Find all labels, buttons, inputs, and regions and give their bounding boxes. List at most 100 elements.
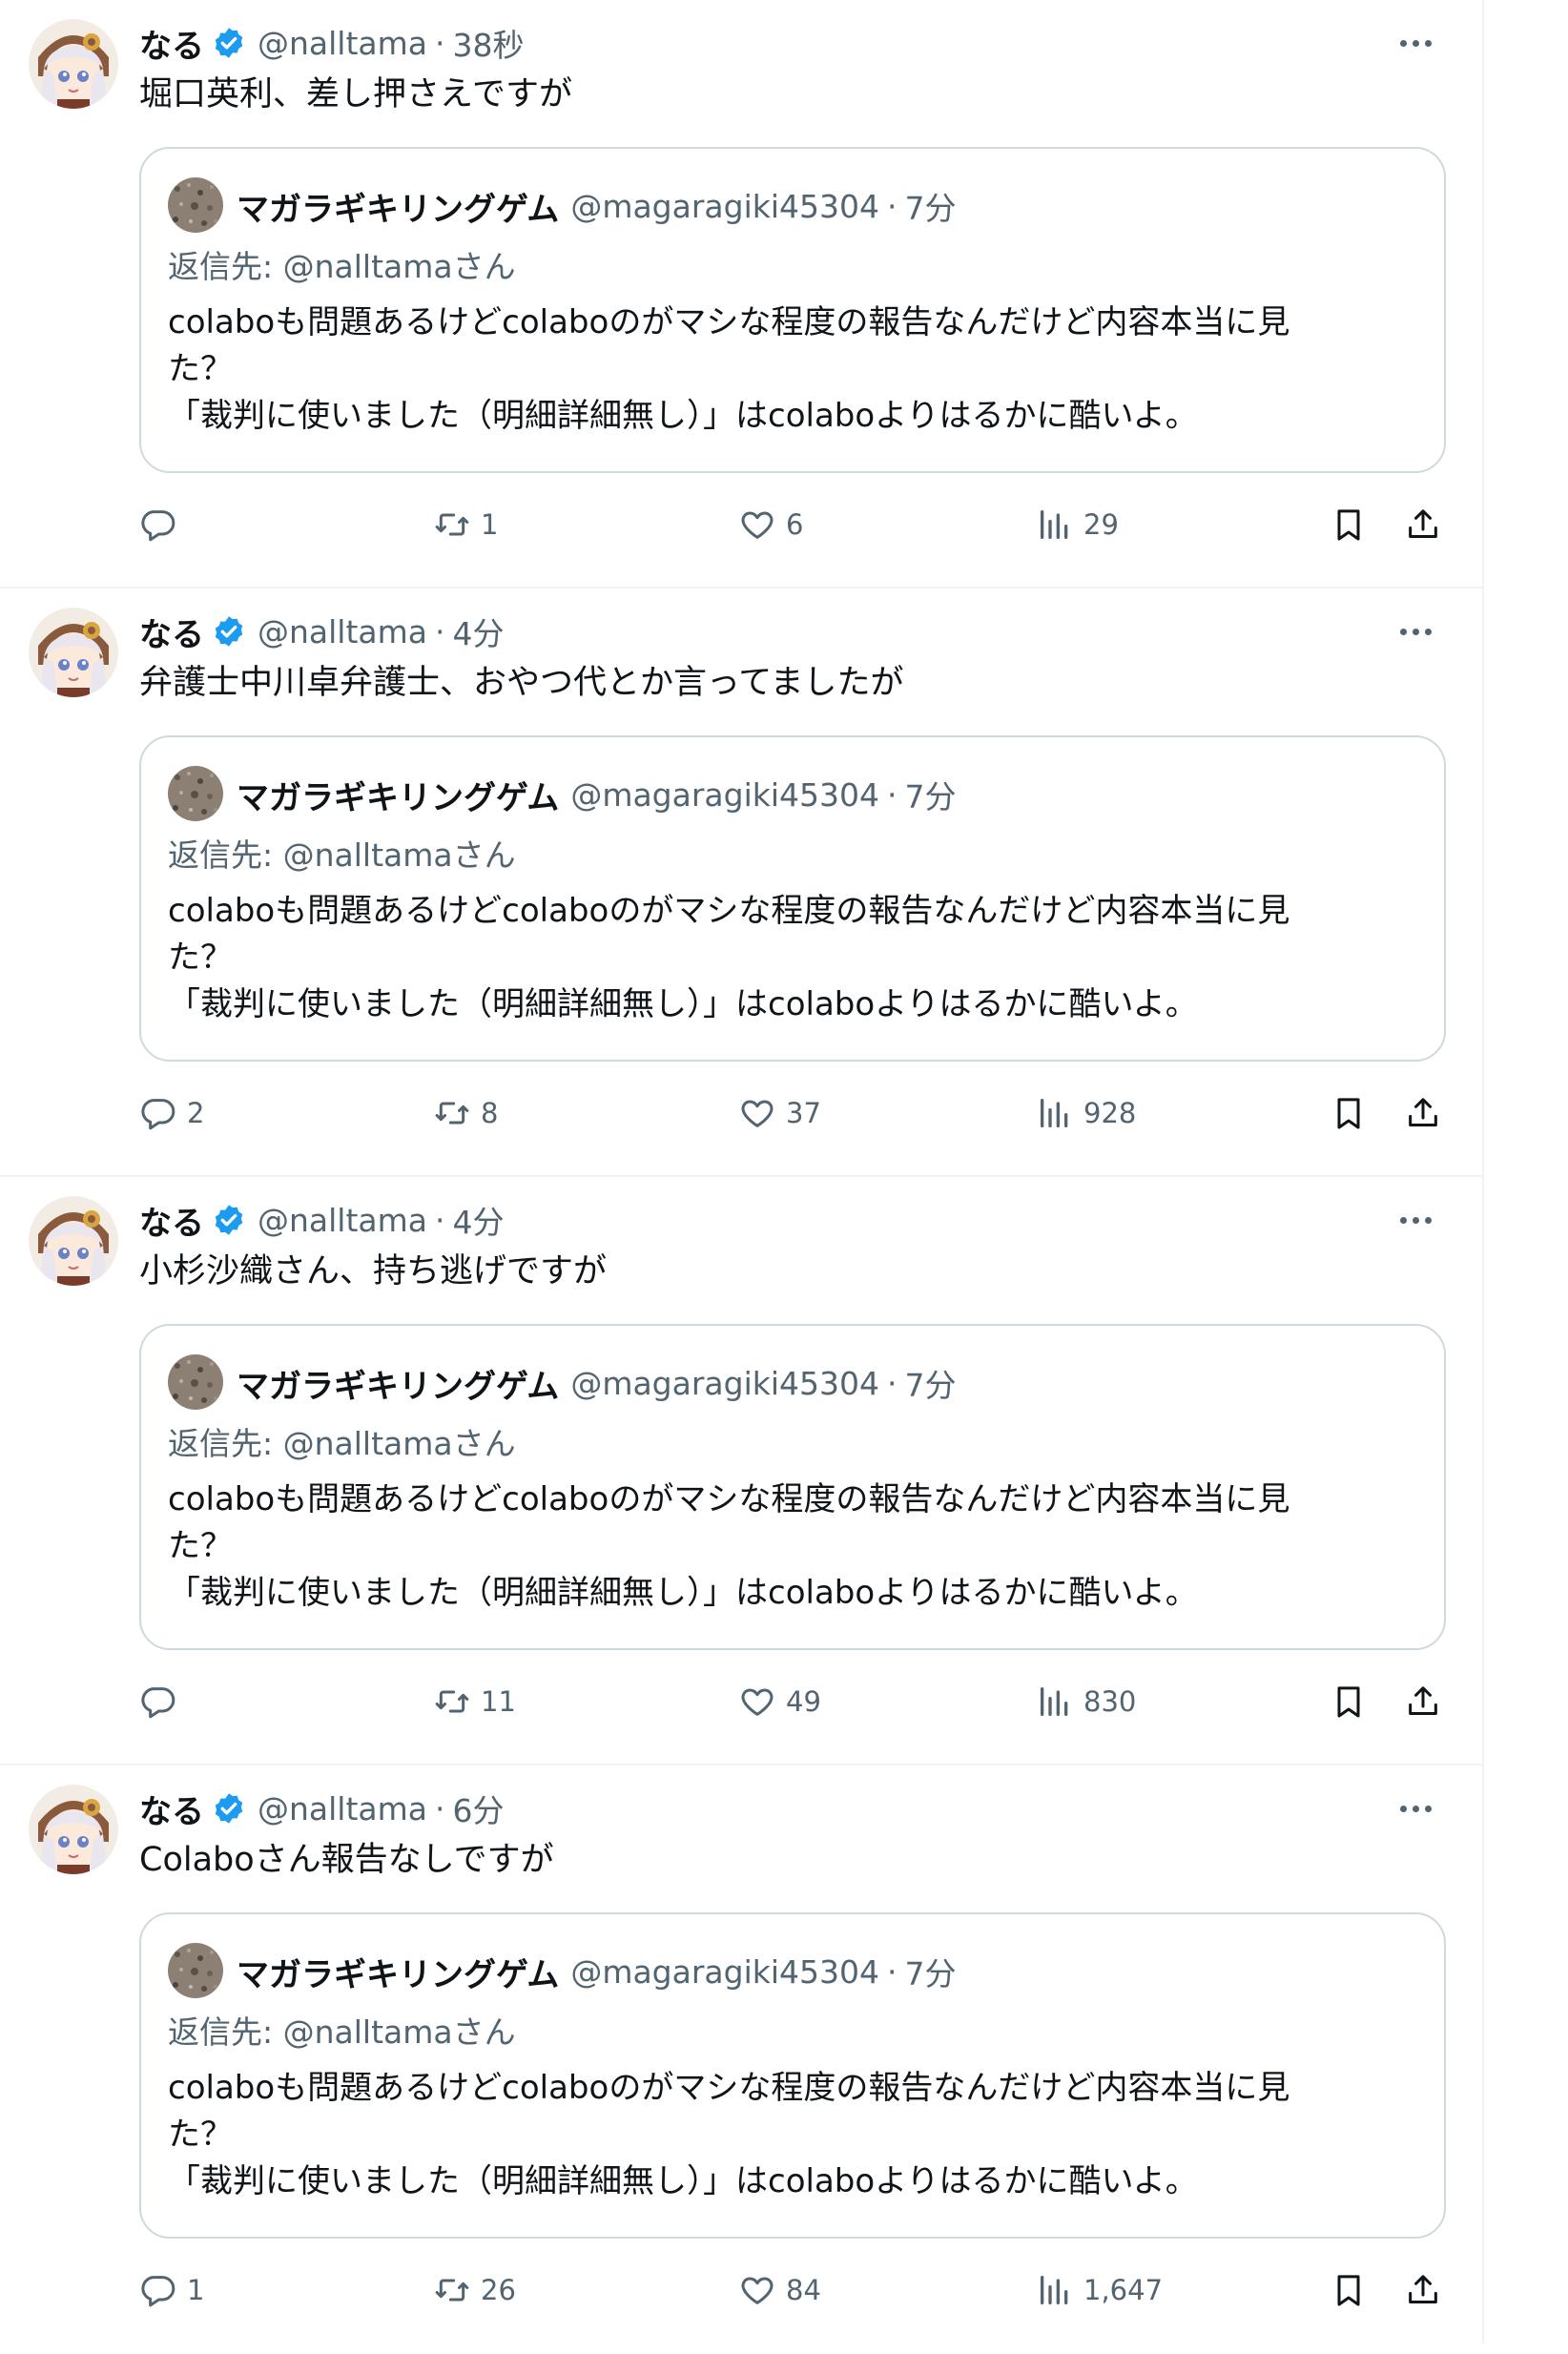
analytics-icon [1041, 510, 1068, 539]
author-name[interactable]: なる [139, 20, 204, 67]
tweet[interactable]: なる @nalltama · 38秒 堀口英利、差し押さえですが マガラギキリン… [0, 0, 1482, 588]
quoted-text-line: た？ [168, 1527, 233, 1565]
author-handle[interactable]: @nalltama [258, 613, 427, 650]
quoted-text-line: colaboも問題あるけどcolaboのがマシな程度の報告なんだけど内容本当に見 [168, 892, 1290, 930]
views-button[interactable]: 1,647 [1036, 2263, 1163, 2317]
quoted-timestamp: 7分 [904, 190, 957, 227]
author-name[interactable]: なる [139, 609, 204, 655]
bookmark-button[interactable] [1330, 498, 1368, 551]
view-count: 928 [1083, 1097, 1137, 1129]
tweet[interactable]: なる @nalltama · 4分 弁護士中川卓弁護士、おやつ代とか言ってました… [0, 588, 1482, 1177]
like-button[interactable]: 49 [738, 1675, 821, 1728]
quoted-text-line: colaboも問題あるけどcolaboのがマシな程度の報告なんだけど内容本当に見 [168, 303, 1290, 341]
share-button[interactable] [1404, 1675, 1442, 1728]
bookmark-button[interactable] [1330, 1675, 1368, 1728]
like-count: 37 [786, 1097, 821, 1129]
author-avatar[interactable] [29, 1785, 118, 1874]
like-button[interactable]: 84 [738, 2263, 821, 2317]
bookmark-button[interactable] [1330, 1086, 1368, 1140]
reply-mention: @nalltamaさん [282, 836, 516, 874]
tweet-timestamp[interactable]: 6分 [453, 1786, 505, 1831]
like-button[interactable]: 6 [738, 498, 803, 551]
retweet-icon [435, 1102, 469, 1125]
quoted-tweet[interactable]: マガラギキリングゲム @magaragiki45304 · 7分 返信先: @n… [139, 1912, 1446, 2239]
like-count: 49 [786, 1685, 821, 1718]
quoted-author-avatar [168, 1354, 223, 1410]
quoted-author-avatar [168, 177, 223, 233]
quoted-text: colaboも問題あるけどcolaboのがマシな程度の報告なんだけど内容本当に見… [168, 1476, 1417, 1617]
quoted-header: マガラギキリングゲム @magaragiki45304 · 7分 [237, 1945, 957, 1998]
share-icon [1409, 2275, 1437, 2303]
share-icon [1409, 1098, 1437, 1126]
retweet-count: 11 [481, 1685, 516, 1718]
more-options-icon[interactable] [1387, 19, 1444, 67]
author-handle[interactable]: @nalltama [258, 1202, 427, 1239]
share-button[interactable] [1404, 2263, 1442, 2317]
tweet-text: Colaboさん報告なしですが [139, 1841, 554, 1879]
tweet-header: なる @nalltama · 4分 [139, 608, 505, 655]
verified-badge-icon [212, 1203, 246, 1237]
tweet-timestamp[interactable]: 4分 [453, 1197, 505, 1243]
bookmark-button[interactable] [1330, 2263, 1368, 2317]
bookmark-icon [1337, 1098, 1360, 1129]
quoted-tweet[interactable]: マガラギキリングゲム @magaragiki45304 · 7分 返信先: @n… [139, 735, 1446, 1062]
quoted-text-line: 「裁判に使いました（明細詳細無し）」はcolaboよりはるかに酷いよ。 [168, 985, 1198, 1023]
author-avatar[interactable] [29, 19, 118, 109]
separator-dot: · [435, 1789, 445, 1827]
more-options-icon[interactable] [1387, 1196, 1444, 1244]
reply-button[interactable]: 2 [139, 1086, 204, 1140]
retweet-count: 1 [481, 508, 499, 541]
reply-button[interactable] [139, 498, 187, 551]
retweet-button[interactable]: 26 [433, 2263, 516, 2317]
author-name[interactable]: なる [139, 1197, 204, 1244]
reply-icon [141, 510, 175, 542]
reply-context: 返信先: @nalltamaさん [168, 833, 516, 878]
share-button[interactable] [1404, 498, 1442, 551]
views-button[interactable]: 830 [1036, 1675, 1136, 1728]
author-handle[interactable]: @nalltama [258, 25, 427, 62]
tweet[interactable]: なる @nalltama · 6分 Colaboさん報告なしですが マガラギキリ… [0, 1766, 1482, 2354]
reply-context: 返信先: @nalltamaさん [168, 2010, 516, 2055]
retweet-button[interactable]: 8 [433, 1086, 498, 1140]
like-count: 6 [786, 508, 804, 541]
more-options-icon[interactable] [1387, 608, 1444, 655]
views-button[interactable]: 29 [1036, 498, 1119, 551]
share-button[interactable] [1404, 1086, 1442, 1140]
reply-button[interactable]: 1 [139, 2263, 204, 2317]
author-avatar[interactable] [29, 1196, 118, 1286]
quoted-tweet[interactable]: マガラギキリングゲム @magaragiki45304 · 7分 返信先: @n… [139, 147, 1446, 473]
verified-badge-icon [212, 1791, 246, 1826]
reply-prefix: 返信先: [168, 248, 283, 285]
tweet-text: 堀口英利、差し押さえですが [139, 75, 572, 114]
quoted-tweet[interactable]: マガラギキリングゲム @magaragiki45304 · 7分 返信先: @n… [139, 1324, 1446, 1650]
author-name[interactable]: なる [139, 1786, 204, 1832]
bookmark-icon [1337, 1686, 1360, 1718]
tweet[interactable]: なる @nalltama · 4分 小杉沙織さん、持ち逃げですが マガラギキリン… [0, 1177, 1482, 1766]
heart-icon [741, 1688, 774, 1716]
tweet-timestamp[interactable]: 38秒 [453, 20, 525, 66]
quoted-author-name: マガラギキリングゲム [237, 190, 560, 229]
analytics-icon [1041, 1687, 1068, 1716]
separator-dot: · [887, 1952, 897, 1991]
quoted-author-name: マガラギキリングゲム [237, 1367, 560, 1406]
quoted-author-name: マガラギキリングゲム [237, 1955, 560, 1994]
views-button[interactable]: 928 [1036, 1086, 1136, 1140]
quoted-timestamp: 7分 [904, 1367, 957, 1404]
separator-dot: · [887, 187, 897, 225]
quoted-text-line: colaboも問題あるけどcolaboのがマシな程度の報告なんだけど内容本当に見 [168, 1480, 1290, 1518]
quoted-timestamp: 7分 [904, 1955, 957, 1993]
reply-button[interactable] [139, 1675, 187, 1728]
view-count: 29 [1083, 508, 1119, 541]
tweet-timestamp[interactable]: 4分 [453, 609, 505, 654]
author-avatar[interactable] [29, 608, 118, 697]
action-bar: 2 8 37 928 [139, 1086, 1455, 1140]
like-button[interactable]: 37 [738, 1086, 821, 1140]
author-handle[interactable]: @nalltama [258, 1790, 427, 1827]
tweet-header: なる @nalltama · 4分 [139, 1196, 505, 1244]
more-options-icon[interactable] [1387, 1785, 1444, 1832]
retweet-button[interactable]: 11 [433, 1675, 516, 1728]
timeline: なる @nalltama · 38秒 堀口英利、差し押さえですが マガラギキリン… [0, 0, 1484, 2344]
tweet-header: なる @nalltama · 6分 [139, 1785, 505, 1832]
retweet-button[interactable]: 1 [433, 498, 498, 551]
reply-context: 返信先: @nalltamaさん [168, 244, 516, 290]
